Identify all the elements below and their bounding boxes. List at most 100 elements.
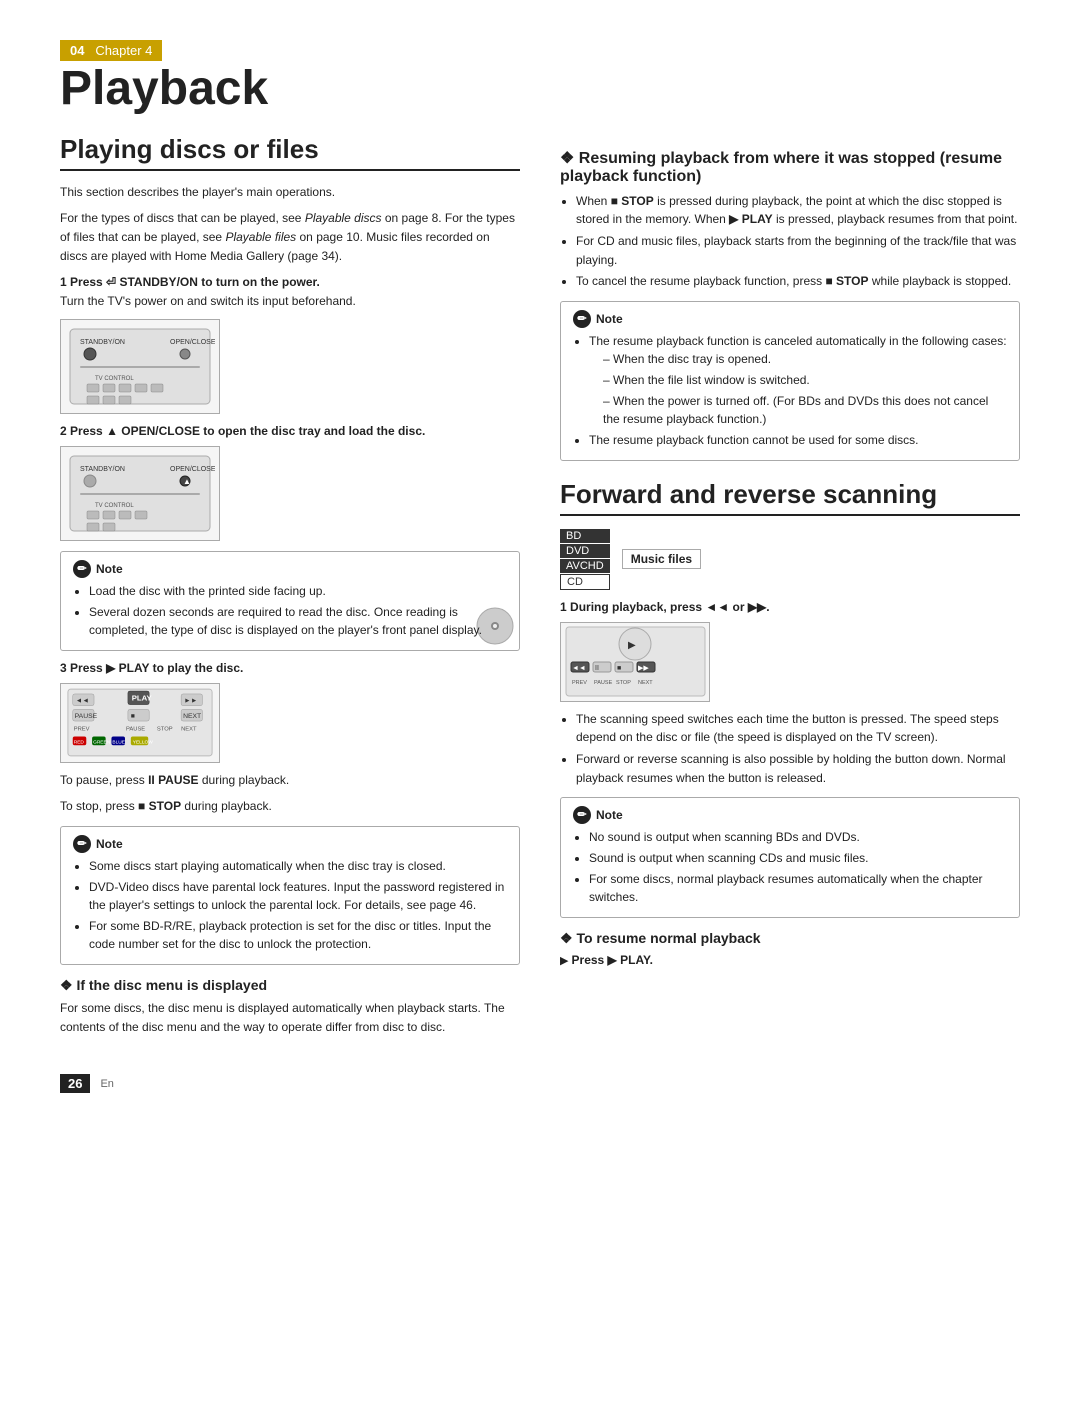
section3-title: Forward and reverse scanning (560, 479, 1020, 516)
svg-text:■: ■ (131, 713, 135, 720)
svg-text:PREV: PREV (572, 680, 587, 686)
left-column: Playing discs or files This section desc… (60, 134, 520, 1044)
note-box-scanning: ✏ Note No sound is output when scanning … (560, 797, 1020, 918)
note-scanning-item-3: For some discs, normal playback resumes … (589, 870, 1007, 906)
disc-tag-avchd: AVCHD (560, 559, 610, 573)
svg-text:▶: ▶ (628, 640, 636, 651)
note-scanning-title: ✏ Note (573, 806, 1007, 824)
right-column: ❖ Resuming playback from where it was st… (560, 134, 1020, 1044)
note-icon-1: ✏ (73, 560, 91, 578)
device-diagram-1: STANDBY/ON OPEN/CLOSE TV CONTROL (60, 319, 220, 414)
svg-text:PLAY: PLAY (132, 694, 153, 703)
step3-label: 3 Press ▶ PLAY to play the disc. (60, 661, 520, 675)
disc-tag-bd: BD (560, 529, 610, 543)
page-number: 26 (60, 1074, 90, 1093)
device-diagram-2: STANDBY/ON OPEN/CLOSE ▲ TV CONTROL (60, 446, 220, 541)
device-diagram-3: ◄◄ PLAY ►► PAUSE ■ NEXT PREV PAUSE STOP … (60, 683, 220, 763)
scan-step1-label: 1 During playback, press ◄◄ or ▶▶. (560, 600, 1020, 614)
disc-tags-row: BD DVD AVCHD CD Music files (560, 528, 1020, 590)
scanning-note-1: The scanning speed switches each time th… (576, 710, 1020, 747)
disc-tag-dvd: DVD (560, 544, 610, 558)
resume-list: When ■ STOP is pressed during playback, … (560, 192, 1020, 291)
scanning-note-2: Forward or reverse scanning is also poss… (576, 750, 1020, 787)
svg-text:RED: RED (74, 740, 85, 746)
page-language: En (100, 1078, 113, 1090)
note-resume-item-2: The resume playback function cannot be u… (589, 431, 1007, 449)
disc-tag-cd: CD (560, 574, 610, 590)
svg-text:YELLOW: YELLOW (133, 740, 154, 746)
note2-title: ✏ Note (73, 835, 507, 853)
intro1: This section describes the player's main… (60, 183, 520, 202)
note1-item-2: Several dozen seconds are required to re… (89, 603, 507, 639)
note-resume-sublist: When the disc tray is opened. When the f… (589, 350, 1007, 428)
note-box-resume: ✏ Note The resume playback function is c… (560, 301, 1020, 461)
svg-text:STANDBY/ON: STANDBY/ON (80, 339, 125, 346)
note-resume-title: ✏ Note (573, 310, 1007, 328)
note-resume-item-1: The resume playback function is canceled… (589, 332, 1007, 428)
disc-menu-text: For some discs, the disc menu is display… (60, 999, 520, 1036)
resume-item-3: To cancel the resume playback function, … (576, 272, 1020, 291)
remote-svg-scan: ▶ ◄◄ II ■ ▶▶ PREV PAUSE STOP NEXT (563, 624, 708, 699)
page-footer: 26 En (60, 1074, 1020, 1093)
resume-item-1: When ■ STOP is pressed during playback, … (576, 192, 1020, 229)
note-icon-scanning: ✏ (573, 806, 591, 824)
step1-label: 1 Press ⏎ STANDBY/ON to turn on the powe… (60, 275, 520, 289)
svg-text:NEXT: NEXT (181, 727, 197, 733)
svg-text:■: ■ (617, 665, 621, 672)
note1-title: ✏ Note (73, 560, 507, 578)
scanning-notes-list: The scanning speed switches each time th… (560, 710, 1020, 787)
svg-text:TV CONTROL: TV CONTROL (95, 376, 134, 382)
device-svg-3: ◄◄ PLAY ►► PAUSE ■ NEXT PREV PAUSE STOP … (65, 683, 215, 763)
remote-diagram-scan: ▶ ◄◄ II ■ ▶▶ PREV PAUSE STOP NEXT (560, 622, 710, 702)
chapter-tag: 04 Chapter 4 (60, 40, 1020, 63)
svg-text:NEXT: NEXT (183, 713, 201, 720)
pause-text: To pause, press II PAUSE during playback… (60, 771, 520, 790)
stop-text: To stop, press ■ STOP during playback. (60, 797, 520, 816)
note-scanning-item-1: No sound is output when scanning BDs and… (589, 828, 1007, 846)
svg-text:II: II (595, 665, 599, 672)
note2-list: Some discs start playing automatically w… (73, 857, 507, 953)
svg-text:STOP: STOP (157, 727, 173, 733)
svg-text:▶▶: ▶▶ (638, 665, 649, 672)
note-scanning-list: No sound is output when scanning BDs and… (573, 828, 1007, 906)
disc-tags: BD DVD AVCHD CD (560, 528, 612, 590)
resume-title: ❖ Resuming playback from where it was st… (560, 148, 1020, 186)
intro2: For the types of discs that can be playe… (60, 209, 520, 265)
music-files-label: Music files (622, 549, 701, 569)
section1-title: Playing discs or files (60, 134, 520, 171)
note-icon-resume: ✏ (573, 310, 591, 328)
step1-sub: Turn the TV's power on and switch its in… (60, 292, 520, 311)
note-box-2: ✏ Note Some discs start playing automati… (60, 826, 520, 965)
svg-text:◄◄: ◄◄ (76, 698, 89, 705)
note2-item-2: DVD-Video discs have parental lock featu… (89, 878, 507, 914)
svg-text:NEXT: NEXT (638, 680, 653, 686)
note-scanning-item-2: Sound is output when scanning CDs and mu… (589, 849, 1007, 867)
svg-text:PAUSE: PAUSE (594, 680, 613, 686)
to-resume-title: To resume normal playback (560, 930, 1020, 947)
device-svg-2: STANDBY/ON OPEN/CLOSE ▲ TV CONTROL (65, 451, 215, 536)
note1-item-1: Load the disc with the printed side faci… (89, 582, 507, 600)
note-icon-2: ✏ (73, 835, 91, 853)
svg-text:GREEN: GREEN (93, 740, 111, 746)
svg-text:◄◄: ◄◄ (572, 665, 586, 672)
svg-text:OPEN/CLOSE: OPEN/CLOSE (170, 466, 215, 473)
chapter-header: 04 Chapter 4 Playback (60, 40, 1020, 116)
chapter-label: Chapter 4 (95, 43, 152, 58)
svg-text:OPEN/CLOSE: OPEN/CLOSE (170, 339, 215, 346)
main-content: Playing discs or files This section desc… (60, 134, 1020, 1044)
svg-text:PAUSE: PAUSE (126, 727, 145, 733)
svg-text:BLUE: BLUE (112, 740, 125, 746)
svg-text:▲: ▲ (183, 477, 191, 486)
chapter-number: 04 (70, 43, 84, 58)
step2-label: 2 Press ▲ OPEN/CLOSE to open the disc tr… (60, 424, 520, 438)
svg-text:STOP: STOP (616, 680, 631, 686)
svg-text:PAUSE: PAUSE (75, 713, 98, 720)
note2-item-1: Some discs start playing automatically w… (89, 857, 507, 875)
note-resume-sub-1: When the disc tray is opened. (603, 350, 1007, 368)
svg-text:PREV: PREV (74, 727, 90, 733)
note2-item-3: For some BD-R/RE, playback protection is… (89, 917, 507, 953)
note-box-1: ✏ Note Load the disc with the printed si… (60, 551, 520, 651)
disc-menu-title: If the disc menu is displayed (60, 977, 520, 994)
resume-item-2: For CD and music files, playback starts … (576, 232, 1020, 269)
page-title: Playback (60, 63, 1020, 116)
